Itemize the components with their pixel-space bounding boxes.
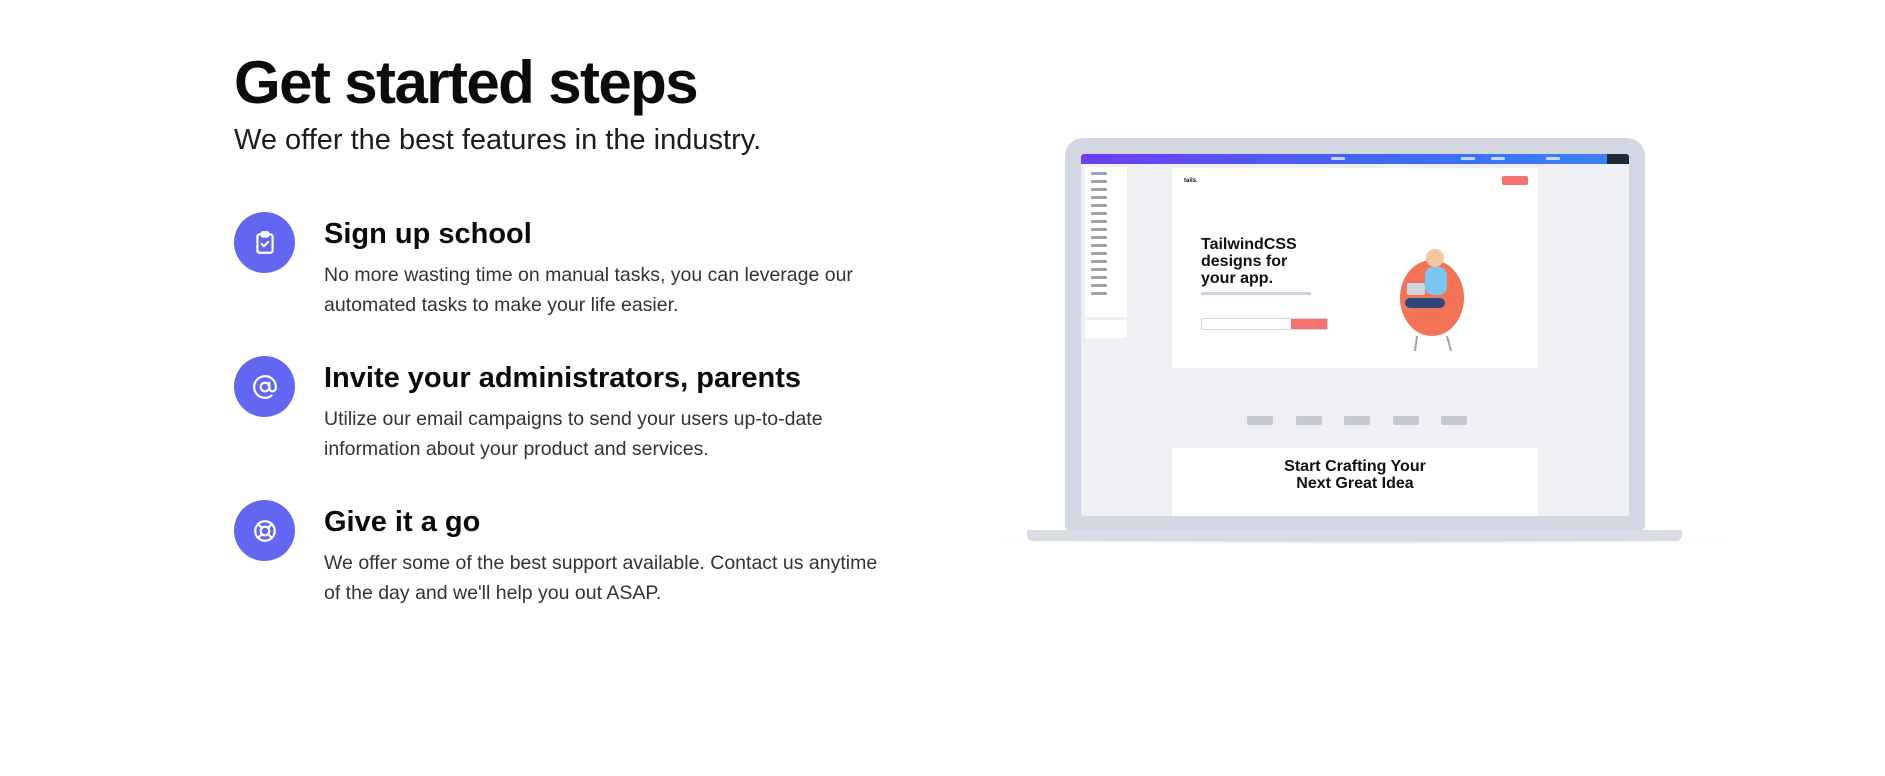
step-description: Utilize our email campaigns to send your… bbox=[324, 408, 823, 460]
mockup-topbar bbox=[1081, 154, 1629, 164]
mockup-signup-button bbox=[1502, 176, 1528, 185]
mockup-email-input bbox=[1201, 318, 1328, 330]
mockup-sidebar-footer bbox=[1085, 320, 1127, 338]
mockup-page: tails. TailwindCSS designs for your app.… bbox=[1172, 168, 1538, 516]
step-title: Invite your administrators, parents bbox=[324, 362, 802, 394]
mockup-logo: tails. bbox=[1184, 178, 1198, 184]
mockup-sidebar bbox=[1085, 167, 1127, 317]
mockup-illustration bbox=[1400, 249, 1464, 352]
step-item: Sign up school No more wasting time on m… bbox=[234, 212, 914, 320]
step-description: We offer some of the best support availa… bbox=[324, 552, 878, 604]
at-sign-icon bbox=[234, 356, 295, 417]
step-title: Give it a go bbox=[324, 506, 481, 538]
step-title: Sign up school bbox=[324, 218, 532, 250]
step-description: No more wasting time on manual tasks, yo… bbox=[324, 264, 853, 316]
page-subtitle: We offer the best features in the indust… bbox=[234, 124, 762, 156]
lifebuoy-icon bbox=[234, 500, 295, 561]
steps-list: Sign up school No more wasting time on m… bbox=[234, 212, 914, 608]
step-item: Give it a go We offer some of the best s… bbox=[234, 500, 914, 608]
mockup-brand-logos bbox=[1247, 416, 1467, 428]
laptop-screen: tails. TailwindCSS designs for your app.… bbox=[1081, 154, 1629, 516]
mockup-section-title: Start Crafting Your Next Great Idea bbox=[1284, 458, 1426, 492]
laptop-mockup-image: tails. TailwindCSS designs for your app.… bbox=[985, 138, 1745, 544]
features-section: Get started steps We offer the best feat… bbox=[234, 48, 914, 644]
step-item: Invite your administrators, parents Util… bbox=[234, 356, 914, 464]
mockup-hero-title: TailwindCSS designs for your app. bbox=[1201, 236, 1297, 287]
clipboard-check-icon bbox=[234, 212, 295, 273]
page-title: Get started steps bbox=[234, 49, 699, 116]
